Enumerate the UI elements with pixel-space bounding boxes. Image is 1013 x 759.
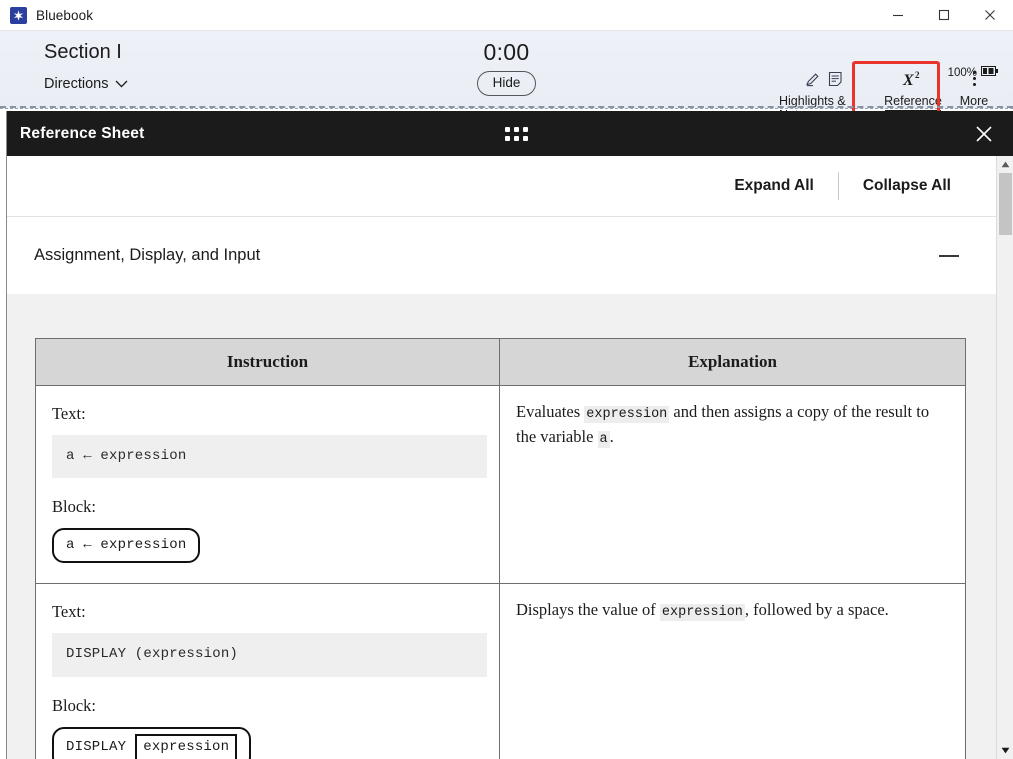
block-label: Block: [52,497,96,517]
instruction-cell: Text: DISPLAY (expression) Block: DISPLAY ex… [35,583,500,759]
scrollbar-track[interactable] [997,173,1013,759]
column-header-instruction: Instruction [35,338,500,386]
accordion-content: Instruction Explanation Text: a ← express… [7,294,996,759]
instruction-text-code: DISPLAY (expression) [52,633,487,677]
instruction-block-code: DISPLAY expression [52,726,252,759]
more-button[interactable]: More [949,69,999,108]
instruction-block-code: a ← expression [52,528,201,564]
expand-collapse-toolbar: Expand All Collapse All [7,156,996,216]
block-inner-box: expression [135,733,238,759]
instruction-cell: Text: a ← expression Block: a ← expression [35,384,500,585]
text-label: Text: [52,602,86,622]
inline-code: a [597,430,610,448]
minimize-icon[interactable] [875,0,921,31]
window-titlebar: Bluebook [0,0,1013,31]
exam-toolbar: Section I Directions 0:00 Hide 100% High… [0,31,1013,139]
instruction-text-code: a ← expression [52,434,487,479]
svg-text:X: X [902,72,914,88]
window-controls [875,0,1013,31]
explanation-cell: Displays the value of expression, follow… [499,583,966,759]
accordion-header-assignment-display-input[interactable]: Assignment, Display, and Input [7,216,996,294]
scroll-down-icon[interactable] [997,742,1013,759]
accordion-title: Assignment, Display, and Input [34,246,261,264]
maximize-icon[interactable] [921,0,967,31]
kebab-menu-icon [972,70,977,92]
hide-timer-button[interactable]: Hide [476,71,537,96]
minus-icon[interactable] [936,243,962,269]
x-squared-icon: X 2 [900,70,926,93]
note-icon [828,71,843,92]
table-body: Text: a ← expression Block: a ← expression E… [35,384,966,759]
table-header-row: Instruction Explanation [35,338,966,386]
scrollbar-thumb[interactable] [998,173,1012,235]
text-label: Text: [52,404,86,423]
highlighter-icon [805,71,821,92]
block-label: Block: [52,695,96,715]
expand-all-button[interactable]: Expand All [710,177,838,195]
reference-sheet-scroll-area: Expand All Collapse All Assignment, Disp… [7,156,996,759]
window-title: Bluebook [36,7,94,23]
table-row: Text: DISPLAY (expression) Block: DISPLAY ex… [35,583,966,759]
inline-code: expression [584,406,670,423]
block-keyword: a ← expression [66,537,187,554]
bluebook-star-logo-icon [10,6,27,24]
scroll-up-icon[interactable] [996,156,1013,173]
close-icon[interactable] [971,121,997,147]
reference-sheet-title: Reference Sheet [20,124,145,142]
reference-button[interactable]: X 2 Reference [877,69,949,112]
reference-table: Instruction Explanation Text: a ← express… [35,338,966,759]
svg-text:2: 2 [915,70,920,80]
reference-sheet-header: Reference Sheet [7,111,1013,156]
reference-label: Reference [884,94,942,108]
column-header-explanation: Explanation [499,338,966,386]
collapse-all-button[interactable]: Collapse All [839,177,975,195]
inline-code: expression [659,604,745,622]
reference-sheet-panel: Reference Sheet Expand All Collapse All … [6,111,1013,759]
table-row: Text: a ← expression Block: a ← expression E… [35,384,966,585]
block-keyword: DISPLAY [66,739,127,756]
explanation-cell: Evaluates expression and then assigns a … [499,384,966,585]
drag-dots-icon[interactable] [505,126,528,141]
timer-value: 0:00 [483,39,530,65]
reference-sheet-body: Expand All Collapse All Assignment, Disp… [7,156,1013,759]
more-label: More [959,94,989,108]
close-icon[interactable] [967,0,1013,31]
vertical-scrollbar[interactable] [996,156,1013,759]
